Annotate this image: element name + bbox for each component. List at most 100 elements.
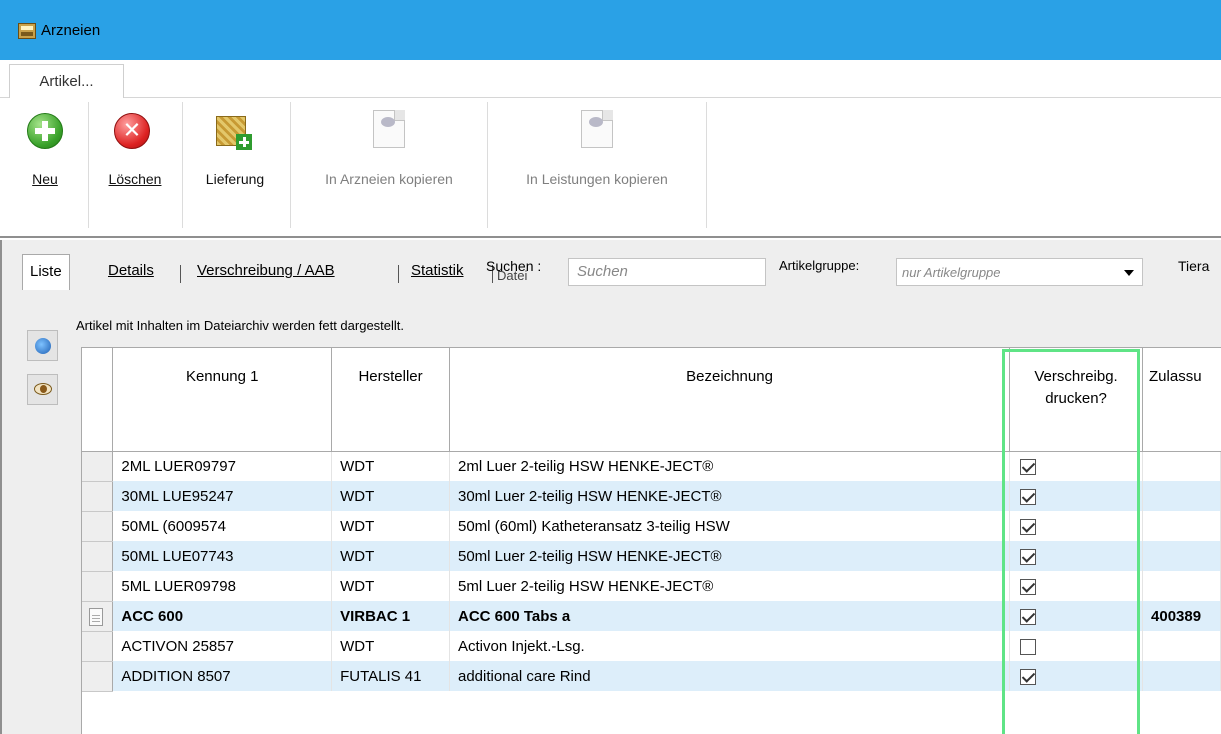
cell-zulassung: [1142, 661, 1221, 691]
artikelgruppe-label: Artikelgruppe:: [779, 258, 860, 273]
drucken-checkbox[interactable]: [1020, 518, 1037, 535]
cell-drucken: [1009, 601, 1144, 631]
table-row[interactable]: 30ML LUE95247 WDT 30ml Luer 2-teilig HSW…: [82, 481, 1221, 512]
cell-drucken: [1009, 511, 1144, 541]
info-text: Artikel mit Inhalten im Dateiarchiv werd…: [76, 318, 405, 333]
row-selector[interactable]: [82, 541, 114, 572]
title-bar: Arzneien: [0, 0, 1221, 60]
neu-button[interactable]: Neu: [18, 98, 72, 228]
cell-drucken: [1009, 541, 1144, 571]
cell-bezeichnung: 2ml Luer 2-teilig HSW HENKE-JECT®: [449, 451, 1011, 481]
in-arzneien-kopieren-button[interactable]: In Arzneien kopieren: [296, 98, 482, 228]
cell-zulassung: [1142, 451, 1221, 481]
cell-bezeichnung: additional care Rind: [449, 661, 1011, 691]
loeschen-label: Löschen: [108, 171, 162, 187]
document-icon: [89, 607, 103, 626]
cell-kennung: 5ML LUER09798: [112, 571, 333, 601]
cell-drucken: [1009, 451, 1144, 481]
table-row[interactable]: ADDITION 8507 FUTALIS 41 additional care…: [82, 661, 1221, 692]
drucken-checkbox[interactable]: [1020, 578, 1037, 595]
in-arzneien-kopieren-label: In Arzneien kopieren: [325, 171, 453, 187]
view-button[interactable]: [27, 374, 58, 405]
cell-bezeichnung: ACC 600 Tabs a: [449, 601, 1011, 631]
loeschen-button[interactable]: ✕ Löschen: [96, 98, 174, 228]
cell-drucken: [1009, 571, 1144, 601]
row-selector-header: [82, 348, 114, 452]
search-label: Suchen :: [486, 258, 542, 274]
delete-icon: ✕: [114, 113, 150, 149]
in-leistungen-kopieren-button[interactable]: In Leistungen kopieren: [492, 98, 702, 228]
column-header-zulassung[interactable]: Zulassu: [1142, 348, 1221, 452]
drucken-checkbox[interactable]: [1020, 608, 1037, 625]
cell-kennung: 30ML LUE95247: [112, 481, 333, 511]
drucken-checkbox[interactable]: [1020, 668, 1037, 685]
cell-kennung: 2ML LUER09797: [112, 451, 333, 481]
column-header-hersteller[interactable]: Hersteller: [331, 348, 450, 452]
row-selector[interactable]: [82, 631, 114, 662]
tierart-label: Tiera: [1178, 258, 1210, 274]
lieferung-button[interactable]: Lieferung: [188, 98, 282, 228]
row-selector[interactable]: [82, 601, 114, 632]
cell-bezeichnung: 50ml (60ml) Katheteransatz 3-teilig HSW: [449, 511, 1011, 541]
table-row[interactable]: 50ML LUE07743 WDT 50ml Luer 2-teilig HSW…: [82, 541, 1221, 572]
refresh-button[interactable]: [27, 330, 58, 361]
add-icon: [27, 113, 63, 149]
ribbon-tab-artikel[interactable]: Artikel...: [9, 64, 124, 99]
column-header-kennung[interactable]: Kennung 1: [112, 348, 333, 452]
drucken-checkbox[interactable]: [1020, 548, 1037, 565]
cell-hersteller: WDT: [331, 451, 450, 481]
tab-statistik[interactable]: Statistik: [411, 254, 464, 290]
cell-bezeichnung: 5ml Luer 2-teilig HSW HENKE-JECT®: [449, 571, 1011, 601]
cell-kennung: 50ML LUE07743: [112, 541, 333, 571]
cell-zulassung: [1142, 541, 1221, 571]
cell-zulassung: [1142, 511, 1221, 541]
drucken-checkbox[interactable]: [1020, 638, 1037, 655]
in-leistungen-kopieren-label: In Leistungen kopieren: [526, 171, 668, 187]
tab-liste[interactable]: Liste: [22, 254, 70, 290]
drucken-checkbox[interactable]: [1020, 458, 1037, 475]
cell-kennung: ADDITION 8507: [112, 661, 333, 691]
row-selector[interactable]: [82, 451, 114, 482]
cell-zulassung: [1142, 481, 1221, 511]
lieferung-label: Lieferung: [205, 171, 265, 187]
artikelgruppe-select[interactable]: nur Artikelgruppe: [896, 258, 1143, 286]
search-input[interactable]: Suchen: [568, 258, 766, 286]
row-selector[interactable]: [82, 661, 114, 692]
ribbon-tabs: Artikel...: [0, 60, 1221, 99]
delivery-box-icon: [214, 110, 252, 150]
table-row[interactable]: 2ML LUER09797 WDT 2ml Luer 2-teilig HSW …: [82, 451, 1221, 482]
window-title: Arzneien: [41, 22, 101, 39]
cell-hersteller: WDT: [331, 571, 450, 601]
copy-document-icon: [373, 110, 405, 148]
main-panel: Liste Details Verschreibung / AAB Statis…: [0, 240, 1221, 734]
cell-hersteller: WDT: [331, 481, 450, 511]
cell-hersteller: WDT: [331, 631, 450, 661]
chevron-down-icon[interactable]: [1124, 270, 1134, 276]
cell-kennung: 50ML (6009574: [112, 511, 333, 541]
tab-verschreibung[interactable]: Verschreibung / AAB: [197, 254, 335, 290]
table-row[interactable]: ACTIVON 25857 WDT Activon Injekt.-Lsg.: [82, 631, 1221, 662]
ribbon-toolbar: Neu ✕ Löschen Lieferung In Arzneien kopi…: [0, 98, 1221, 238]
copy-document-icon: [581, 110, 613, 148]
drucken-checkbox[interactable]: [1020, 488, 1037, 505]
cell-kennung: ACC 600: [112, 601, 333, 631]
cell-zulassung: [1142, 631, 1221, 661]
column-header-verschreibg[interactable]: Verschreibg. drucken?: [1009, 348, 1144, 452]
row-selector[interactable]: [82, 571, 114, 602]
neu-label: Neu: [32, 171, 58, 187]
cell-hersteller: FUTALIS 41: [331, 661, 450, 691]
cell-bezeichnung: 50ml Luer 2-teilig HSW HENKE-JECT®: [449, 541, 1011, 571]
table-row[interactable]: 5ML LUER09798 WDT 5ml Luer 2-teilig HSW …: [82, 571, 1221, 602]
table-row[interactable]: 50ML (6009574 WDT 50ml (60ml) Katheteran…: [82, 511, 1221, 542]
row-selector[interactable]: [82, 511, 114, 542]
refresh-icon: [35, 338, 51, 354]
cell-hersteller: WDT: [331, 511, 450, 541]
row-selector[interactable]: [82, 481, 114, 512]
table-row[interactable]: ACC 600 VIRBAC 1 ACC 600 Tabs a 400389: [82, 601, 1221, 632]
column-header-bezeichnung[interactable]: Bezeichnung: [449, 348, 1011, 452]
eye-icon: [34, 383, 52, 395]
cell-hersteller: WDT: [331, 541, 450, 571]
app-icon: [18, 23, 36, 39]
tab-details[interactable]: Details: [108, 254, 154, 290]
cell-bezeichnung: 30ml Luer 2-teilig HSW HENKE-JECT®: [449, 481, 1011, 511]
